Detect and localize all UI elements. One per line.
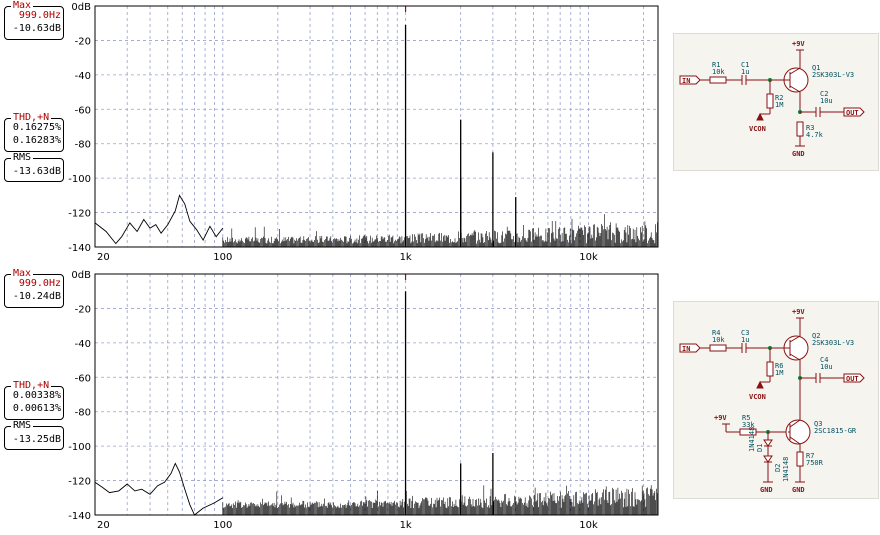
r6-value: 1M (775, 369, 783, 377)
spectrum-series (94, 6, 658, 247)
analyzer-panel-top: Max 999.0Hz -10.63dB THD,+N 0.16275% 0.1… (0, 0, 880, 266)
vplus-label-2: +9V (714, 414, 727, 422)
in-label: IN (682, 345, 690, 353)
circuit-diagram: IN OUT VCON +9V GND R1 10k C1 1u R2 1M Q… (679, 40, 865, 158)
gnd-label-1: GND (760, 486, 773, 494)
y-tick-label: -140 (68, 243, 91, 254)
y-tick-label: -120 (68, 209, 91, 220)
x-axis: 20 100 1k 10k (97, 252, 598, 263)
y-tick-label: -20 (75, 36, 91, 47)
c4-value: 10u (820, 363, 833, 371)
schematic-bottom: IN OUT VCON +9V +9V GND GND R4 10k C3 1u… (673, 301, 879, 499)
d1-value: 1N4148 (748, 427, 756, 452)
y-tick-label: -100 (68, 174, 91, 185)
q3-value: 2SC1815-GR (814, 427, 857, 435)
y-axis: 0dB -20 -40 -60 -80 -100 -120 -140 (68, 270, 91, 522)
r7-value: 750R (806, 459, 824, 467)
d1-diode (763, 439, 773, 447)
low-frequency-trace (94, 462, 224, 516)
plot-frame (94, 273, 659, 516)
d2-value: 1N4148 (782, 457, 790, 482)
y-tick-label: -100 (68, 442, 91, 453)
vcon-label: VCON (749, 125, 766, 133)
vplus-label: +9V (792, 308, 805, 316)
circuit-diagram: IN OUT VCON +9V +9V GND GND R4 10k C3 1u… (679, 308, 865, 494)
y-axis: 0dB -20 -40 -60 -80 -100 -120 -140 (68, 2, 91, 254)
plot-frame (94, 5, 659, 248)
out-label: OUT (846, 109, 859, 117)
r3-value: 4.7k (806, 131, 824, 139)
q1-value: 2SK303L-V3 (812, 71, 854, 79)
r4-value: 10k (712, 336, 725, 344)
r6-resistor (766, 361, 774, 377)
x-tick-label: 100 (213, 520, 232, 531)
chart-grid (95, 6, 658, 247)
noise-floor (222, 485, 658, 515)
y-tick-label: -40 (75, 339, 91, 350)
x-tick-label: 20 (97, 520, 110, 531)
spectrum-series (94, 274, 658, 516)
spectrum-chart: 0dB -20 -40 -60 -80 -100 -120 -140 20 100 1k 10k (68, 270, 659, 531)
r3-resistor (796, 121, 804, 137)
q2-value: 2SK303L-V3 (812, 339, 854, 347)
low-frequency-trace (94, 194, 224, 245)
r7-resistor (796, 451, 804, 467)
vcon-flag (756, 112, 764, 121)
y-tick-label: -80 (75, 408, 91, 419)
gnd-label: GND (792, 150, 805, 158)
x-tick-label: 20 (97, 252, 110, 263)
y-tick-label: -60 (75, 105, 91, 116)
r1-value: 10k (712, 68, 725, 76)
vplus-label: +9V (792, 40, 805, 48)
y-tick-label: -60 (75, 373, 91, 384)
y-tick-label: -20 (75, 304, 91, 315)
y-tick-label: -80 (75, 140, 91, 151)
r2-resistor (766, 93, 774, 109)
vcon-flag (756, 380, 764, 389)
x-tick-label: 10k (579, 520, 598, 531)
gnd-label-2: GND (792, 486, 805, 494)
d2-diode (763, 455, 773, 463)
r2-value: 1M (775, 101, 783, 109)
x-tick-label: 10k (579, 252, 598, 263)
x-tick-label: 100 (213, 252, 232, 263)
y-tick-label: 0dB (71, 270, 91, 281)
x-tick-label: 1k (400, 252, 412, 263)
y-tick-label: -140 (68, 511, 91, 522)
noise-floor (222, 214, 658, 247)
y-tick-label: -40 (75, 71, 91, 82)
y-tick-label: 0dB (71, 2, 91, 13)
d2-ref: D2 (774, 464, 782, 472)
c3-value: 1u (741, 336, 749, 344)
x-axis: 20 100 1k 10k (97, 520, 598, 531)
c2-value: 10u (820, 97, 833, 105)
out-label: OUT (846, 375, 859, 383)
y-tick-label: -120 (68, 477, 91, 488)
in-label: IN (682, 77, 690, 85)
vcon-label: VCON (749, 393, 766, 401)
r4-resistor (709, 344, 727, 352)
d1-ref: D1 (756, 444, 764, 452)
c1-value: 1u (741, 68, 749, 76)
analyzer-panel-bottom: Max 999.0Hz -10.24dB THD,+N 0.00338% 0.0… (0, 268, 880, 534)
r1-resistor (709, 76, 727, 84)
spectrum-chart: 0dB -20 -40 -60 -80 -100 -120 -140 20 100 1k 10k (68, 2, 659, 263)
chart-grid (95, 274, 658, 515)
x-tick-label: 1k (400, 520, 412, 531)
schematic-top: IN OUT VCON +9V GND R1 10k C1 1u R2 1M Q… (673, 33, 879, 171)
